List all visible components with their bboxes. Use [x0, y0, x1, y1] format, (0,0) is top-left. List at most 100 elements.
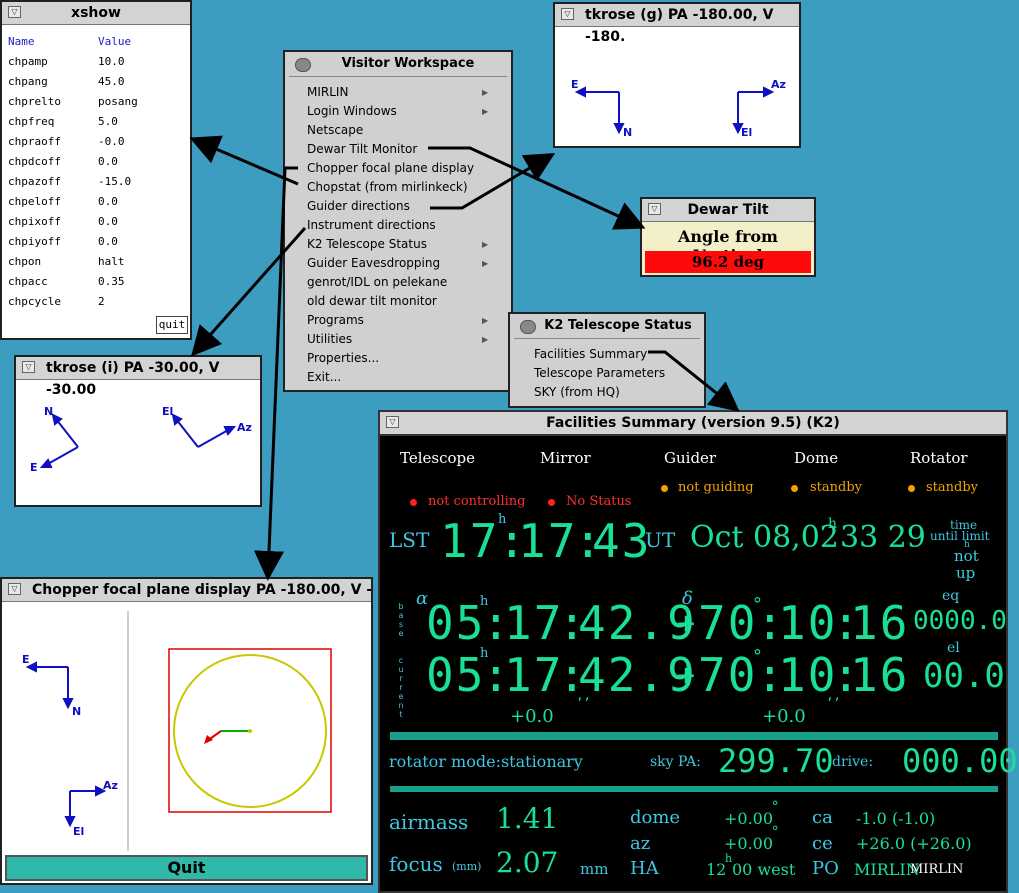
menu-item[interactable]: Properties... — [307, 351, 379, 365]
xshow-row-value: 0.0 — [98, 155, 118, 168]
k2-status-menu: K2 Telescope Status Facilities Summary T… — [508, 312, 706, 408]
ut-label: UT — [645, 528, 676, 552]
current-label: current — [398, 656, 404, 719]
facilities-summary-window: ▽ Facilities Summary (version 9.5) (K2) T… — [378, 410, 1018, 893]
xshow-row-value: 0.0 — [98, 215, 118, 228]
ce-value: +26.0 (+26.0) — [856, 834, 972, 853]
window-menu-button[interactable]: ▽ — [648, 203, 661, 215]
ha-value: 12 — [706, 860, 727, 879]
lst-minutes: 17 — [518, 514, 578, 568]
menu-item[interactable]: Programs — [307, 313, 364, 327]
status-rotator: standby — [926, 480, 979, 495]
label-e: E — [571, 78, 579, 91]
chopper-quit-button[interactable]: Quit — [5, 855, 368, 881]
dome-value: +0.00 — [724, 809, 774, 828]
az-deg-mark: ° — [771, 824, 780, 840]
menu-item[interactable]: Guider directions — [307, 199, 410, 213]
visitor-workspace-menu: Visitor Workspace MIRLIN ▶ Login Windows ▶ N… — [283, 50, 513, 392]
focal-plane-view — [168, 648, 332, 813]
rotator-mode: rotator mode:stationary — [389, 752, 583, 771]
menu-item[interactable]: K2 Telescope Status — [307, 237, 427, 251]
chopper-titlebar[interactable]: ▽ Chopper focal plane display PA -180.00,… — [2, 579, 371, 602]
xshow-row-value: -0.0 — [98, 135, 125, 148]
ce-label: ce — [812, 833, 833, 854]
menu-item[interactable]: Login Windows — [307, 104, 397, 118]
status-dot-red — [410, 499, 417, 506]
window-menu-button[interactable]: ▽ — [386, 416, 399, 428]
tkrose-g-window: ▽ tkrose (g) PA -180.00, V -180. E N Az E… — [553, 2, 801, 148]
window-menu-button[interactable]: ▽ — [8, 583, 21, 595]
ha-rest: 00 west — [732, 860, 796, 879]
label-az: Az — [103, 779, 118, 792]
lst-hours: 17 — [440, 514, 500, 568]
ut-h-mark: h — [828, 516, 838, 532]
ra-offset-mark: ʼʼ — [576, 696, 591, 710]
xshow-row-value: 10.0 — [98, 55, 125, 68]
menu-item[interactable]: old dewar tilt monitor — [307, 294, 437, 308]
po-label: PO — [812, 858, 839, 879]
menu-item-sky[interactable]: SKY (from HQ) — [534, 385, 620, 399]
dewar-titlebar[interactable]: ▽ Dewar Tilt — [642, 199, 814, 222]
xshow-quit-button[interactable]: quit — [156, 316, 188, 334]
label-n: N — [72, 705, 81, 718]
dec-offset: +0.0 — [762, 706, 806, 727]
el-label: el — [947, 640, 960, 656]
chopper-rose: E N Az El — [22, 611, 129, 851]
xshow-row-value: halt — [98, 255, 125, 268]
base-dec-minutes: 10 — [778, 596, 838, 650]
menu-item-facilities-summary[interactable]: Facilities Summary — [534, 347, 647, 361]
focus-unit-small: (mm) — [452, 860, 482, 873]
xshow-row-name: chprelto — [8, 95, 61, 108]
ut-time: 33 29 — [840, 520, 926, 555]
menu-item[interactable]: MIRLIN — [307, 85, 348, 99]
current-ra-hours: 05 — [426, 648, 486, 702]
submenu-arrow-icon: ▶ — [482, 335, 489, 344]
tkrose-i-titlebar[interactable]: ▽ tkrose (i) PA -30.00, V -30.00 — [16, 357, 260, 398]
chopper-title: Chopper focal plane display PA -180.00, … — [32, 582, 371, 598]
menu-item[interactable]: Chopper focal plane display — [307, 161, 474, 175]
submenu-arrow-icon: ▶ — [482, 316, 489, 325]
label-e: E — [30, 461, 38, 474]
submenu-arrow-icon: ▶ — [482, 259, 489, 268]
menu-item[interactable]: Utilities — [307, 332, 352, 346]
header-telescope: Telescope — [400, 449, 475, 467]
base-label: base — [398, 602, 404, 638]
compass-rose-g: E N Az El — [571, 78, 786, 139]
xshow-row-name: chpfreq — [8, 115, 55, 128]
menu-item[interactable]: Dewar Tilt Monitor — [307, 142, 417, 156]
menu-item[interactable]: genrot/IDL on pelekane — [307, 275, 447, 289]
menu-title: Visitor Workspace — [341, 56, 475, 71]
menu-separator — [289, 76, 507, 77]
xshow-row-value: 2 — [98, 295, 105, 308]
window-menu-button[interactable]: ▽ — [8, 6, 21, 18]
column-header-value: Value — [98, 35, 132, 48]
facilities-titlebar[interactable]: ▽ Facilities Summary (version 9.5) (K2) — [380, 412, 1006, 436]
ra-offset: +0.0 — [510, 706, 554, 727]
menu-item[interactable]: Guider Eavesdropping — [307, 256, 440, 270]
xshow-window: ▽ xshow Name Value chpamp 10.0 chpang 45.0 ch… — [0, 0, 192, 340]
base-dec-degrees: 70 — [698, 596, 758, 650]
facilities-title: Facilities Summary (version 9.5) (K2) — [546, 415, 840, 431]
tkrose-g-titlebar[interactable]: ▽ tkrose (g) PA -180.00, V -180. — [555, 4, 799, 45]
current-dec-minutes: 10 — [778, 648, 838, 702]
dewar-tilt-window: ▽Dewar Tilt Angle from Vertical 96.2 deg — [640, 197, 816, 277]
window-menu-button[interactable]: ▽ — [561, 8, 574, 20]
airmass-value: 1.41 — [496, 802, 559, 835]
tkrose-i-window: ▽ tkrose (i) PA -30.00, V -30.00 N E El A… — [14, 355, 262, 507]
xshow-title: xshow — [71, 5, 121, 21]
focus-value: 2.07 — [496, 846, 559, 879]
ca-value: -1.0 (-1.0) — [856, 809, 936, 828]
menu-item[interactable]: Exit... — [307, 370, 341, 384]
menu-item[interactable]: Netscape — [307, 123, 363, 137]
menu-title: K2 Telescope Status — [544, 318, 692, 333]
ha-label: HA — [630, 858, 659, 879]
sky-pa-value: 299.70 — [718, 742, 834, 780]
menu-item[interactable]: Chopstat (from mirlinkeck) — [307, 180, 468, 194]
lst-seconds: 43 — [592, 514, 652, 568]
status-dot-orange — [908, 485, 915, 492]
xshow-titlebar[interactable]: ▽ xshow — [2, 2, 190, 25]
window-menu-button[interactable]: ▽ — [22, 361, 35, 373]
menu-item-telescope-parameters[interactable]: Telescope Parameters — [534, 366, 665, 380]
menu-item[interactable]: Instrument directions — [307, 218, 436, 232]
current-ra-minutes: 17 — [504, 648, 564, 702]
